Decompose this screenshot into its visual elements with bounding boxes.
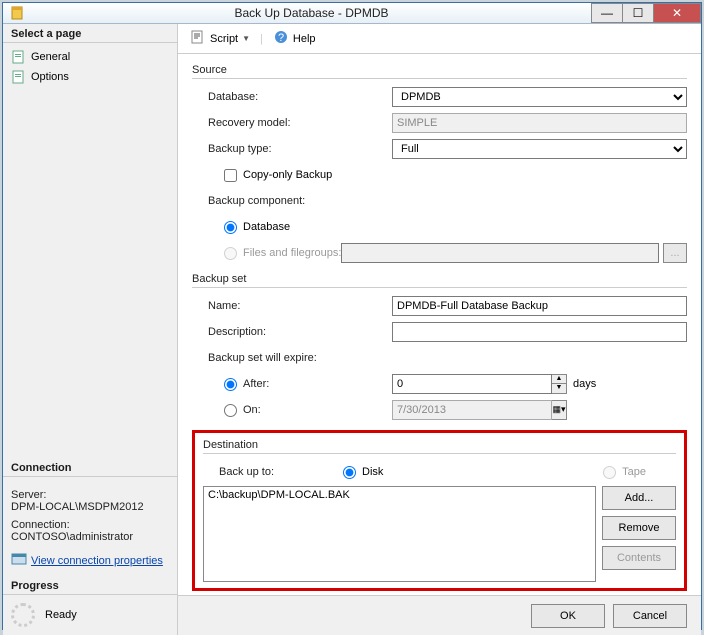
- titlebar: Back Up Database - DPMDB — ☐ ✕: [3, 3, 701, 24]
- expire-on-radio[interactable]: On:: [224, 404, 392, 417]
- source-group-title: Source: [192, 64, 687, 76]
- recovery-model-field: [392, 113, 687, 133]
- backup-type-select[interactable]: Full: [392, 139, 687, 159]
- page-icon: [11, 69, 27, 85]
- disk-radio[interactable]: Disk: [343, 466, 383, 479]
- app-icon: [9, 5, 25, 21]
- add-button[interactable]: Add...: [602, 486, 676, 510]
- script-icon: [190, 29, 206, 48]
- description-label: Description:: [192, 326, 392, 338]
- server-value: DPM-LOCAL\MSDPM2012: [11, 501, 169, 513]
- minimize-button[interactable]: —: [591, 3, 623, 23]
- nav-general-label: General: [31, 51, 70, 63]
- component-files-radio: Files and filegroups:: [192, 247, 341, 260]
- dialog-window: Back Up Database - DPMDB — ☐ ✕ Select a …: [2, 2, 702, 630]
- window-title: Back Up Database - DPMDB: [31, 6, 592, 20]
- description-input[interactable]: [392, 322, 687, 342]
- database-select[interactable]: DPMDB: [392, 87, 687, 107]
- expire-on-date[interactable]: [392, 400, 552, 420]
- page-icon: [11, 49, 27, 65]
- left-panel: Select a page General Options Connection…: [3, 24, 178, 635]
- tape-radio: Tape: [603, 466, 646, 479]
- list-item[interactable]: C:\backup\DPM-LOCAL.BAK: [208, 489, 591, 501]
- backup-name-input[interactable]: [392, 296, 687, 316]
- progress-spinner-icon: [11, 603, 35, 627]
- nav-general[interactable]: General: [3, 47, 177, 67]
- date-picker-button[interactable]: ▦▾: [552, 400, 567, 420]
- destination-listbox[interactable]: C:\backup\DPM-LOCAL.BAK: [203, 486, 596, 582]
- recovery-model-label: Recovery model:: [192, 117, 392, 129]
- backup-type-label: Backup type:: [192, 143, 392, 155]
- expire-after-radio[interactable]: After:: [224, 378, 392, 391]
- backup-component-label: Backup component:: [192, 195, 392, 207]
- connection-value: CONTOSO\administrator: [11, 531, 169, 543]
- copy-only-checkbox[interactable]: Copy-only Backup: [192, 169, 332, 182]
- dialog-footer: OK Cancel: [178, 595, 701, 635]
- filegroups-browse-button: ...: [663, 243, 687, 263]
- filegroups-field: [341, 243, 659, 263]
- backup-set-group-title: Backup set: [192, 273, 687, 285]
- close-button[interactable]: ✕: [653, 3, 701, 23]
- expire-label: Backup set will expire:: [192, 352, 392, 364]
- expire-after-input[interactable]: [392, 374, 552, 394]
- help-icon: ?: [273, 29, 289, 48]
- server-label: Server:: [11, 489, 169, 501]
- cancel-button[interactable]: Cancel: [613, 604, 687, 628]
- chevron-down-icon: ▼: [242, 34, 250, 43]
- name-label: Name:: [192, 300, 392, 312]
- help-button[interactable]: ? Help: [267, 27, 322, 50]
- properties-icon: [11, 551, 27, 570]
- select-page-header: Select a page: [3, 24, 177, 43]
- svg-text:?: ?: [278, 32, 284, 44]
- connection-label: Connection:: [11, 519, 169, 531]
- component-database-radio[interactable]: Database: [192, 221, 290, 234]
- backup-to-label: Back up to:: [203, 466, 343, 478]
- progress-header: Progress: [3, 576, 177, 595]
- remove-button[interactable]: Remove: [602, 516, 676, 540]
- spinner-buttons[interactable]: ▲▼: [552, 374, 567, 394]
- toolbar: Script ▼ | ? Help: [178, 24, 701, 54]
- contents-button: Contents: [602, 546, 676, 570]
- connection-header: Connection: [3, 458, 177, 477]
- nav-options-label: Options: [31, 71, 69, 83]
- destination-group-title: Destination: [203, 439, 676, 451]
- maximize-button[interactable]: ☐: [622, 3, 654, 23]
- database-label: Database:: [192, 91, 392, 103]
- script-button[interactable]: Script ▼: [184, 27, 256, 50]
- view-connection-properties-link[interactable]: View connection properties: [11, 551, 169, 570]
- nav-options[interactable]: Options: [3, 67, 177, 87]
- progress-status: Ready: [45, 609, 77, 621]
- ok-button[interactable]: OK: [531, 604, 605, 628]
- destination-highlight: Destination Back up to: Disk Tape C:\bac…: [192, 430, 687, 591]
- days-unit: days: [573, 378, 596, 390]
